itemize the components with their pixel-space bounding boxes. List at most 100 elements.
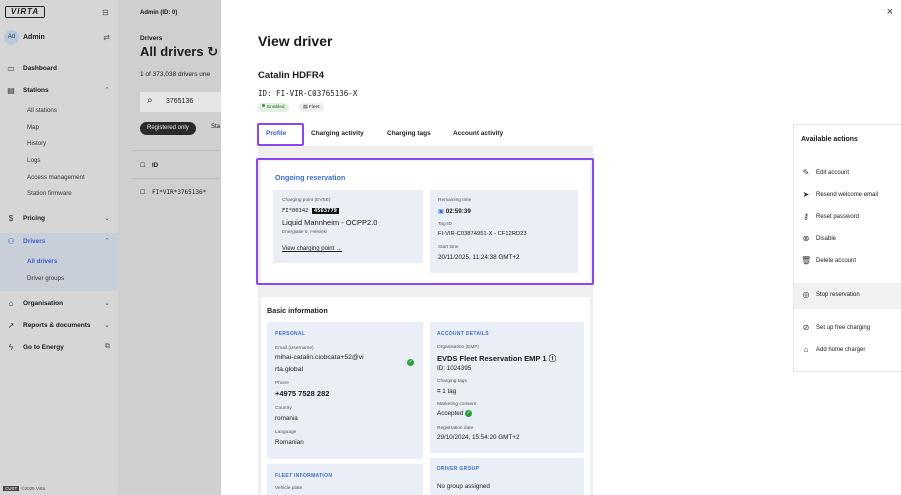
background-page: Admin (ID: 0) Drivers All drivers ↻ 1 of… xyxy=(118,0,221,495)
sidebar-sub-all-stations[interactable]: All stations xyxy=(27,107,57,114)
email-value-line2: rta.global xyxy=(275,366,303,373)
action-label: Disable xyxy=(816,236,837,242)
organisation-label: Organisation (EMP) xyxy=(437,345,480,350)
stations-icon: ▤ xyxy=(7,86,15,95)
verified-check-icon: ✓ xyxy=(407,359,414,366)
disable-icon: ⊗ xyxy=(802,234,810,243)
delete-account-button[interactable]: 🗑 Delete account xyxy=(801,256,901,268)
external-link-icon: ⧉ xyxy=(105,343,110,350)
sidebar-sub-access-management[interactable]: Access management xyxy=(27,174,85,181)
close-button[interactable]: × xyxy=(887,6,893,18)
action-label: Add home charger xyxy=(816,347,866,353)
sidebar-item-pricing[interactable]: $ Pricing ⌄ xyxy=(0,212,118,226)
disable-button[interactable]: ⊗ Disable xyxy=(801,234,901,246)
page-title-text: All drivers xyxy=(140,44,204,59)
sidebar-item-go-to-energy[interactable]: ϟ Go to Energy ⧉ xyxy=(0,341,118,355)
sidebar-item-label: Dashboard xyxy=(23,65,57,72)
sidebar: VIRTA ⊟ Ad Admin ⇄ ▭ Dashboard ▤ Station… xyxy=(0,0,118,495)
registration-label: Registration date xyxy=(437,426,474,431)
email-value-line1: mihai-catalin.ciobcata+52@vi xyxy=(275,354,364,361)
marketing-value-text: Accepted xyxy=(437,410,464,418)
action-label: Resend welcome email xyxy=(816,192,879,198)
sidebar-sub-driver-groups[interactable]: Driver groups xyxy=(27,275,64,282)
tag-icon: ⌗ xyxy=(437,388,441,395)
registered-only-filter[interactable]: Registered only xyxy=(140,122,196,135)
refresh-icon[interactable]: ↻ xyxy=(207,44,218,59)
tab-charging-tags[interactable]: Charging tags xyxy=(387,123,431,145)
add-home-charger-button[interactable]: ⌂ Add home charger xyxy=(801,345,901,357)
avatar: Ad xyxy=(4,30,19,45)
status-badge: Enabled xyxy=(258,103,289,112)
edit-icon: ✎ xyxy=(802,168,810,177)
view-driver-modal: × View driver Catalin HDFR4 ID: FI-VIR-C… xyxy=(221,0,901,495)
user-switcher[interactable]: Ad Admin ⇄ xyxy=(4,30,114,46)
stop-icon: ◎ xyxy=(802,290,810,299)
tab-account-activity[interactable]: Account activity xyxy=(453,123,503,145)
sidebar-sub-map[interactable]: Map xyxy=(27,124,39,131)
sidebar-item-stations[interactable]: ▤ Stations ⌃ xyxy=(0,84,118,98)
reports-icon: ↗ xyxy=(7,321,15,330)
sidebar-sub-history[interactable]: History xyxy=(27,140,46,147)
sidebar-item-reports[interactable]: ↗ Reports & documents ⌄ xyxy=(0,319,118,333)
language-value: Romanian xyxy=(275,439,304,446)
sidebar-sub-all-drivers[interactable]: All drivers xyxy=(27,258,57,265)
registration-value: 29/10/2024, 15:54:20 GMT+2 xyxy=(437,434,520,441)
marketing-label: Marketing consent xyxy=(437,402,477,407)
search-value: 3765136 xyxy=(166,98,194,105)
chevron-down-icon: ⌄ xyxy=(104,215,110,222)
sidebar-item-dashboard[interactable]: ▭ Dashboard xyxy=(0,62,118,76)
action-label: Set up free charging xyxy=(816,325,871,331)
set-up-free-charging-button[interactable]: ⊘ Set up free charging xyxy=(801,323,901,335)
table-row[interactable]: ☐ FI*VIR*3765136* xyxy=(140,189,206,196)
account-details-section: ACCOUNT DETAILS Organisation (EMP) EVDS … xyxy=(430,322,584,453)
sidebar-item-organisation[interactable]: ⌂ Organisation ⌄ xyxy=(0,297,118,311)
country-label: Country xyxy=(275,406,292,411)
fleet-icon: ▤ xyxy=(303,105,308,110)
personal-heading: PERSONAL xyxy=(275,331,306,337)
account-details-heading: ACCOUNT DETAILS xyxy=(437,331,489,337)
reservation-highlight-outline xyxy=(256,158,594,285)
sidebar-item-label: Go to Energy xyxy=(23,344,64,351)
action-label: Edit account xyxy=(816,170,850,176)
collapse-sidebar-icon[interactable]: ⊟ xyxy=(102,8,109,17)
resend-welcome-email-button[interactable]: ➤ Resend welcome email xyxy=(801,190,901,202)
fleet-section: FLEET INFORMATION Vehicle plate xyxy=(267,464,423,495)
search-icon: ⌕ xyxy=(147,95,153,106)
sidebar-item-label: Stations xyxy=(23,87,49,94)
status-filter[interactable]: Sta xyxy=(211,124,220,130)
edit-account-button[interactable]: ✎ Edit account xyxy=(801,168,901,180)
language-label: Language xyxy=(275,430,297,435)
virta-logo[interactable]: VIRTA xyxy=(5,6,45,18)
search-input[interactable]: ⌕ 3765136 xyxy=(140,92,221,112)
sidebar-item-drivers[interactable]: ⚇ Drivers ⌃ xyxy=(0,235,118,249)
sidebar-item-label: Pricing xyxy=(23,215,46,222)
sidebar-item-label: Organisation xyxy=(23,300,64,307)
driver-name: Catalin HDFR4 xyxy=(258,70,324,81)
email-label: Email (Username) xyxy=(275,346,314,351)
chevron-up-icon: ⌃ xyxy=(104,238,110,245)
home-charger-icon: ⌂ xyxy=(803,345,809,354)
fleet-heading: FLEET INFORMATION xyxy=(275,473,333,479)
column-header-label: ID xyxy=(152,163,159,169)
stop-reservation-button[interactable]: ◎ Stop reservation xyxy=(801,290,901,302)
breadcrumb: Admin (ID: 0) xyxy=(140,10,178,16)
organisation-id: ID: 1024395 xyxy=(437,365,472,372)
trash-icon: 🗑 xyxy=(801,256,812,265)
energy-icon: ϟ xyxy=(8,343,14,352)
sidebar-sub-station-firmware[interactable]: Station firmware xyxy=(27,190,72,197)
tab-charging-activity[interactable]: Charging activity xyxy=(311,123,364,145)
sidebar-item-label: Drivers xyxy=(23,238,46,245)
column-header-id[interactable]: ☐ ID xyxy=(140,162,158,169)
sidebar-item-label: Reports & documents xyxy=(23,322,91,329)
reset-password-button[interactable]: ⚷ Reset password xyxy=(801,212,901,224)
organisation-icon: ⌂ xyxy=(8,299,14,308)
basic-info-card: Basic information PERSONAL Email (Userna… xyxy=(261,297,590,495)
chevron-down-icon: ⌄ xyxy=(104,300,110,307)
pricing-icon: $ xyxy=(8,214,14,223)
action-label: Stop reservation xyxy=(816,292,860,298)
organisation-value[interactable]: EVDS Fleet Reservation EMP 1 ⓘ xyxy=(437,353,556,364)
switch-icon[interactable]: ⇄ xyxy=(103,33,110,42)
free-charging-icon: ⊘ xyxy=(802,323,810,332)
modal-title: View driver xyxy=(258,33,333,49)
sidebar-sub-logs[interactable]: Logs xyxy=(27,157,40,164)
